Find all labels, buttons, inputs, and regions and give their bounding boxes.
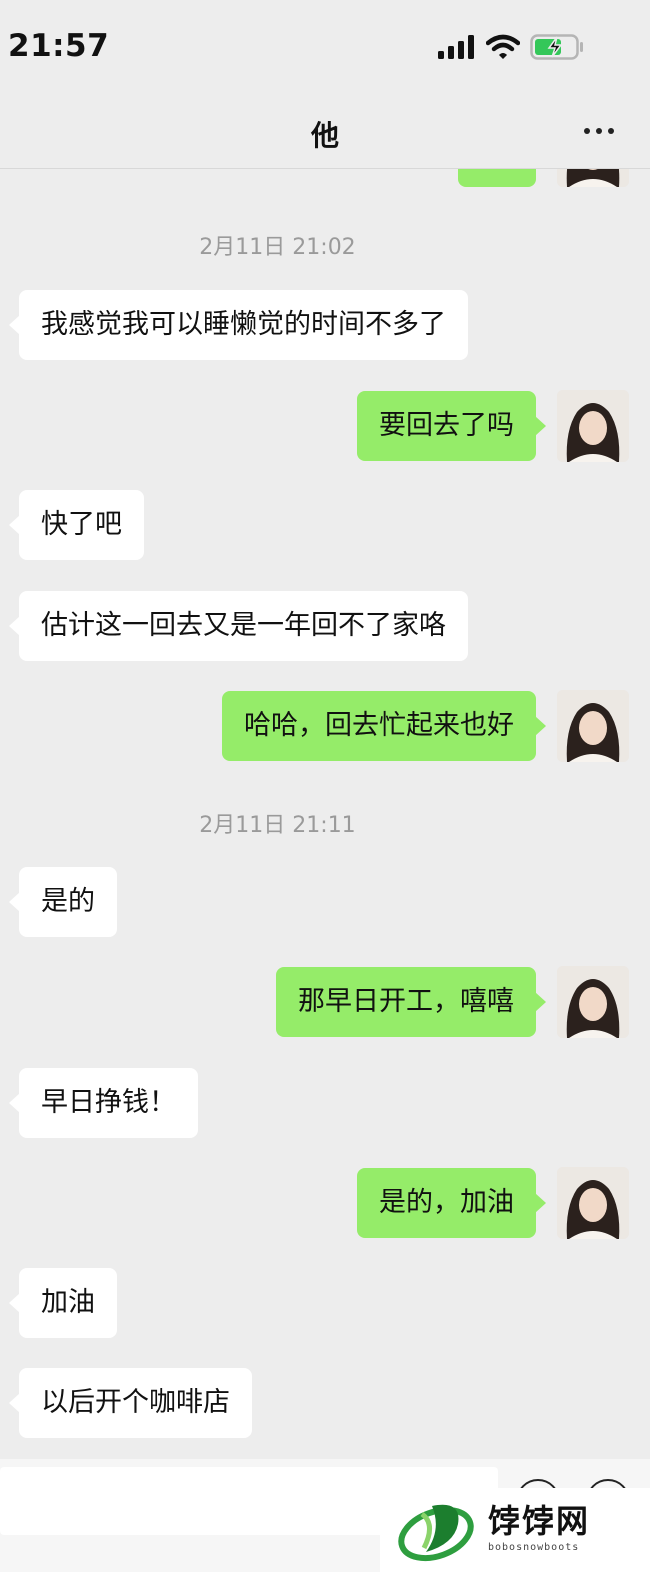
- incoming-message[interactable]: 早日挣钱！: [9, 1068, 198, 1138]
- more-options-icon[interactable]: [582, 120, 616, 140]
- watermark: 饽饽网 bobosnowboots: [380, 1488, 650, 1572]
- avatar[interactable]: [557, 1167, 629, 1239]
- incoming-message[interactable]: 加油: [9, 1268, 117, 1338]
- battery-charging-icon: [530, 34, 583, 60]
- outgoing-message[interactable]: 要回去了吗: [357, 391, 546, 461]
- outgoing-message[interactable]: 是的，加油: [357, 1168, 546, 1238]
- watermark-logo-icon: [398, 1504, 474, 1562]
- incoming-message[interactable]: 以后开个咖啡店: [9, 1368, 252, 1438]
- watermark-subtext: bobosnowboots: [488, 1542, 580, 1553]
- wifi-icon: [486, 34, 520, 59]
- incoming-message[interactable]: 我感觉我可以睡懒觉的时间不多了: [9, 290, 468, 360]
- incoming-message[interactable]: 快了吧: [9, 490, 144, 560]
- partial-outgoing-message: [458, 169, 536, 187]
- chat-message-list[interactable]: 2月11日 21:02 我感觉我可以睡懒觉的时间不多了 要回去了吗 快了吧 估计…: [0, 169, 650, 1459]
- avatar[interactable]: [557, 390, 629, 462]
- incoming-message[interactable]: 估计这一回去又是一年回不了家咯: [9, 591, 468, 661]
- chat-header: 他: [0, 100, 650, 169]
- chat-title: 他: [310, 119, 339, 152]
- outgoing-message[interactable]: 哈哈，回去忙起来也好: [222, 691, 546, 761]
- status-time: 21:57: [8, 28, 110, 64]
- status-bar: 21:57: [0, 0, 650, 100]
- avatar[interactable]: [557, 169, 629, 187]
- watermark-text: 饽饽网: [488, 1502, 591, 1540]
- outgoing-message[interactable]: 那早日开工，嘻嘻: [276, 967, 546, 1037]
- status-icons: [438, 34, 584, 60]
- signal-icon: [438, 35, 474, 59]
- message-timestamp: 2月11日 21:02: [199, 235, 356, 260]
- avatar[interactable]: [557, 690, 629, 762]
- message-timestamp: 2月11日 21:11: [199, 813, 356, 838]
- avatar[interactable]: [557, 966, 629, 1038]
- incoming-message[interactable]: 是的: [9, 867, 117, 937]
